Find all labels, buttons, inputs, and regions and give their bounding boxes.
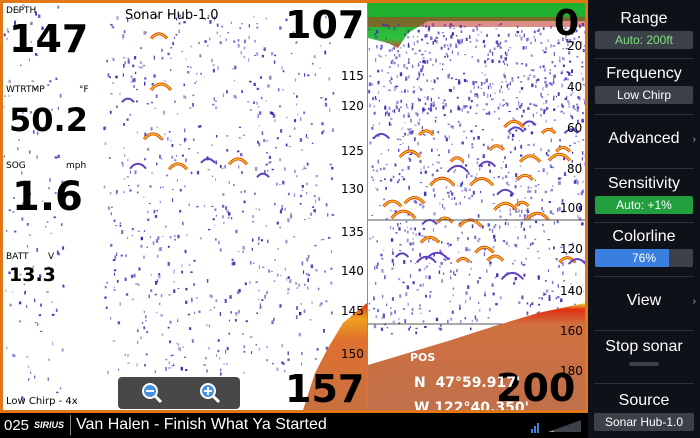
- menu-source[interactable]: Source Sonar Hub-1.0: [592, 392, 696, 431]
- left-scale-130: 130: [341, 182, 364, 196]
- sonar-menu: Range Auto: 200ft Frequency Low Chirp Ad…: [588, 0, 700, 438]
- left-scale-125: 125: [341, 144, 364, 158]
- sensitivity-label: Sensitivity: [607, 175, 681, 192]
- right-range-top: 0: [554, 3, 580, 44]
- depth-value: 147: [9, 17, 89, 61]
- left-scale-115: 115: [341, 69, 364, 83]
- right-scale-140: 140: [560, 284, 583, 298]
- sog-unit: mph: [66, 161, 87, 171]
- zoom-out-icon[interactable]: [140, 381, 164, 405]
- volume-icon[interactable]: [548, 419, 582, 438]
- left-scale-145: 145: [341, 304, 364, 318]
- left-range-bottom: 157: [285, 367, 365, 410]
- colorline-label: Colorline: [612, 228, 676, 245]
- sirius-logo: SIRIUS: [34, 420, 65, 430]
- colorline-value: 76%: [631, 251, 657, 265]
- menu-colorline[interactable]: Colorline 76%: [592, 228, 696, 267]
- right-scale-60: 60: [567, 121, 583, 135]
- right-scale-120: 120: [560, 242, 583, 256]
- zoom-sonar-pane[interactable]: DEPTH 147 WTRTMP °F 50.2 SOG mph 1.6 BAT…: [3, 3, 367, 410]
- menu-sensitivity[interactable]: Sensitivity Auto: +1%: [592, 175, 696, 214]
- battery-value: 13.3: [9, 264, 56, 286]
- zoom-in-icon[interactable]: [198, 381, 222, 405]
- sog-label: SOG: [6, 161, 26, 171]
- source-title: Sonar Hub-1.0: [125, 8, 219, 23]
- menu-stop-sonar[interactable]: Stop sonar: [592, 338, 696, 366]
- sog-value: 1.6: [12, 174, 83, 220]
- zoom-controls: [118, 377, 240, 409]
- menu-range[interactable]: Range Auto: 200ft: [592, 10, 696, 49]
- depth-label: DEPTH: [6, 6, 37, 16]
- right-sonar-echoes: [368, 3, 585, 410]
- chevron-right-icon: ›: [692, 134, 696, 145]
- range-value: Auto: 200ft: [595, 31, 693, 49]
- right-scale-20: 20: [567, 39, 583, 53]
- right-scale-80: 80: [567, 162, 583, 176]
- pos-label: POS: [410, 351, 436, 364]
- left-scale-120: 120: [341, 99, 364, 113]
- sonar-mode-label: Low Chirp - 4x: [6, 396, 78, 407]
- source-value: Sonar Hub-1.0: [594, 413, 694, 431]
- battery-unit: V: [48, 252, 55, 262]
- menu-advanced[interactable]: Advanced ›: [592, 130, 696, 148]
- right-scale-40: 40: [567, 80, 583, 94]
- longitude: W 122°40.350': [414, 400, 529, 410]
- water-temp-label: WTRTMP: [6, 85, 45, 95]
- menu-frequency[interactable]: Frequency Low Chirp: [592, 65, 696, 104]
- full-sonar-pane[interactable]: 0 200 20 40 60 80 100 120 140 160 180 PO…: [368, 3, 585, 410]
- advanced-label: Advanced: [608, 130, 680, 147]
- left-scale-150: 150: [341, 347, 364, 361]
- frequency-label: Frequency: [606, 65, 682, 82]
- menu-view[interactable]: View ›: [592, 292, 696, 310]
- signal-icon: [530, 420, 542, 438]
- left-scale-140: 140: [341, 264, 364, 278]
- frequency-value: Low Chirp: [595, 86, 693, 104]
- colorline-slider[interactable]: 76%: [595, 249, 693, 267]
- right-scale-160: 160: [560, 324, 583, 338]
- latitude: N 47°59.917': [414, 375, 521, 391]
- water-temp-value: 50.2: [9, 101, 88, 139]
- audio-status-bar[interactable]: 025 SIRIUS Van Halen - Finish What Ya St…: [0, 413, 588, 438]
- battery-label: BATT: [6, 252, 29, 262]
- left-range-top: 107: [285, 3, 365, 47]
- right-scale-100: 100: [560, 201, 583, 215]
- chevron-right-icon: ›: [692, 296, 696, 307]
- stop-sonar-label: Stop sonar: [605, 338, 683, 355]
- sensitivity-value: Auto: +1%: [595, 196, 693, 214]
- left-scale-135: 135: [341, 225, 364, 239]
- range-label: Range: [620, 10, 668, 27]
- channel-number: 025: [4, 417, 30, 434]
- now-playing: Van Halen - Finish What Ya Started: [76, 416, 327, 433]
- right-scale-180: 180: [560, 364, 583, 378]
- source-label: Source: [618, 392, 670, 409]
- view-label: View: [626, 292, 662, 309]
- water-temp-unit: °F: [79, 85, 89, 95]
